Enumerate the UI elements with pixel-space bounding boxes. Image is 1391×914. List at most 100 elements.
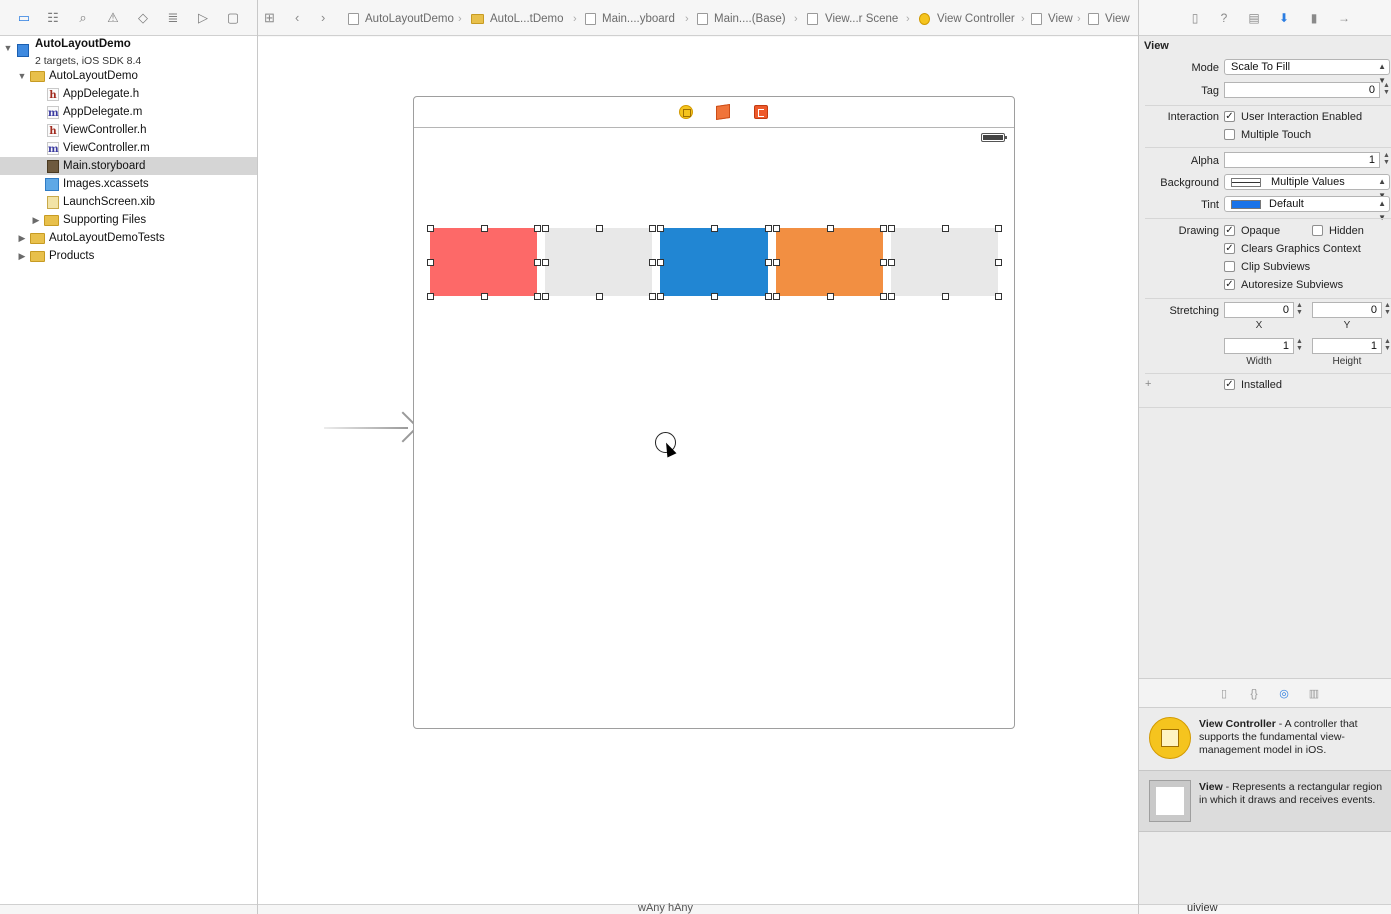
resize-handle[interactable] [765,293,772,300]
tree-item-file[interactable]: m AppDelegate.m [0,103,257,121]
storyboard-canvas[interactable] [258,37,1138,904]
resize-handle[interactable] [480,225,488,232]
size-inspector-icon[interactable]: ▮ [1307,11,1321,25]
quick-help-icon[interactable]: ? [1217,11,1231,25]
background-popup[interactable]: Multiple Values▲▼ [1224,174,1390,200]
resize-handle[interactable] [480,293,488,300]
project-row[interactable]: ▼ AutoLayoutDemo 2 targets, iOS SDK 8.4 [0,37,257,67]
resize-handle[interactable] [534,225,541,232]
mode-popup[interactable]: Scale To Fill ▲ ▼ [1224,59,1390,85]
opaque-checkbox[interactable]: ✓ [1224,225,1235,236]
resize-handle[interactable] [888,259,895,266]
disclosure-triangle[interactable]: ▶ [17,247,27,265]
stretching-width-field[interactable]: 1 [1224,338,1294,354]
gray-view[interactable] [891,228,998,296]
view-controller-icon[interactable] [679,105,693,119]
user-interaction-checkbox[interactable]: ✓ [1224,111,1235,122]
attributes-inspector-icon[interactable]: ⬇ [1277,11,1291,25]
library-item-view[interactable]: View - Represents a rectangular region i… [1139,770,1391,832]
view-controller-scene[interactable] [413,96,1015,729]
resize-handle[interactable] [657,259,664,266]
resize-handle[interactable] [534,259,541,266]
resize-handle[interactable] [765,259,772,266]
tag-field[interactable]: 0 [1224,82,1380,98]
resize-handle[interactable] [542,293,549,300]
exit-icon[interactable] [754,105,768,119]
installed-checkbox[interactable]: ✓ [1224,379,1235,390]
tree-item-file[interactable]: Images.xcassets [0,175,257,193]
disclosure-triangle[interactable]: ▼ [17,67,27,85]
orange-view[interactable] [776,228,883,296]
test-icon[interactable]: ◇ [135,10,151,26]
breadcrumb-item[interactable]: View...r Scene [825,13,898,25]
resize-handle[interactable] [995,259,1002,266]
multiple-touch-checkbox[interactable] [1224,129,1235,140]
resize-handle[interactable] [773,259,780,266]
breadcrumb-item[interactable]: View [1048,13,1073,25]
resize-handle[interactable] [427,259,434,266]
hidden-checkbox[interactable] [1312,225,1323,236]
file-template-icon[interactable]: ▯ [1217,687,1231,701]
library-item-view-controller[interactable]: View Controller - A controller that supp… [1139,708,1391,770]
stretching-y-stepper[interactable]: ▲ ▼ [1383,302,1391,318]
related-items-icon[interactable]: ⊞ [264,11,275,25]
resize-handle[interactable] [711,293,718,300]
tree-item-group[interactable]: ▼ AutoLayoutDemo [0,67,257,85]
resize-handle[interactable] [534,293,541,300]
library-filter-input[interactable]: uiview [1187,902,1218,914]
resize-handle[interactable] [657,225,664,232]
resize-handle[interactable] [649,225,656,232]
resize-handle[interactable] [880,259,887,266]
resize-handle[interactable] [941,225,949,232]
stretching-y-field[interactable]: 0 [1312,302,1382,318]
search-icon[interactable]: ⌕ [75,10,91,26]
tree-item-group[interactable]: ▶ Supporting Files [0,211,257,229]
resize-handle[interactable] [711,225,718,232]
first-responder-icon[interactable] [716,104,730,120]
breadcrumb-item[interactable]: View Controller [937,13,1015,25]
resize-handle[interactable] [649,293,656,300]
resize-handle[interactable] [880,293,887,300]
resize-handle[interactable] [995,225,1002,232]
tree-item-group[interactable]: ▶ Products [0,247,257,265]
tree-item-file[interactable]: h ViewController.h [0,121,257,139]
resize-handle[interactable] [826,293,834,300]
debug-icon[interactable]: ≣ [165,10,181,26]
alpha-field[interactable]: 1 [1224,152,1380,168]
object-library-icon[interactable]: ◎ [1277,687,1291,701]
resize-handle[interactable] [427,293,434,300]
disclosure-triangle[interactable]: ▼ [3,39,13,57]
breakpoint-icon[interactable]: ▷ [195,10,211,26]
resize-handle[interactable] [773,225,780,232]
resize-handle[interactable] [427,225,434,232]
resize-handle[interactable] [649,259,656,266]
media-library-icon[interactable]: ▥ [1307,687,1321,701]
resize-handle[interactable] [995,293,1002,300]
resize-handle[interactable] [542,225,549,232]
breadcrumb-item[interactable]: AutoL...tDemo [490,13,564,25]
connections-inspector-icon[interactable]: → [1337,11,1351,25]
resize-handle[interactable] [773,293,780,300]
resize-handle[interactable] [595,225,603,232]
resize-handle[interactable] [880,225,887,232]
tint-popup[interactable]: Default ▲▼ [1224,196,1390,222]
stretching-width-stepper[interactable]: ▲ ▼ [1295,338,1304,354]
report-icon[interactable]: ▢ [225,10,241,26]
add-variation-plus-icon[interactable]: + [1145,378,1151,390]
clears-graphics-context-checkbox[interactable]: ✓ [1224,243,1235,254]
size-class-label[interactable]: wAny hAny [638,902,693,914]
resize-handle[interactable] [888,225,895,232]
folder-icon[interactable]: ▭ [16,10,32,26]
resize-handle[interactable] [657,293,664,300]
resize-handle[interactable] [542,259,549,266]
breadcrumb-item-current[interactable]: View [1105,13,1130,25]
resize-handle[interactable] [941,293,949,300]
tree-item-file[interactable]: LaunchScreen.xib [0,193,257,211]
tree-item-file[interactable]: m ViewController.m [0,139,257,157]
identity-inspector-icon[interactable]: ▤ [1247,11,1261,25]
clip-subviews-checkbox[interactable] [1224,261,1235,272]
warning-icon[interactable]: ⚠ [105,10,121,26]
red-view[interactable] [430,228,537,296]
disclosure-triangle[interactable]: ▶ [31,211,41,229]
stretching-height-stepper[interactable]: ▲ ▼ [1383,338,1391,354]
